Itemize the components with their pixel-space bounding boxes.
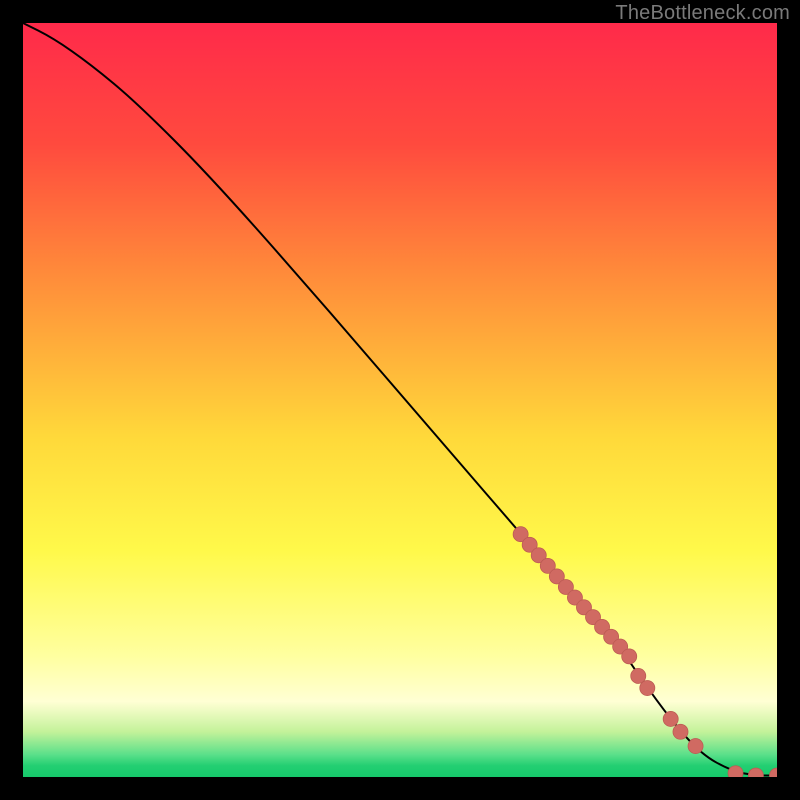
data-point — [640, 680, 655, 695]
data-point — [728, 766, 743, 777]
data-point — [622, 649, 637, 664]
attribution-text: TheBottleneck.com — [615, 2, 790, 25]
chart-svg — [23, 23, 777, 777]
data-point — [688, 739, 703, 754]
plot-area — [23, 23, 777, 777]
data-point — [673, 724, 688, 739]
chart-stage: TheBottleneck.com — [0, 0, 800, 800]
gradient-background — [23, 23, 777, 777]
data-point — [663, 711, 678, 726]
